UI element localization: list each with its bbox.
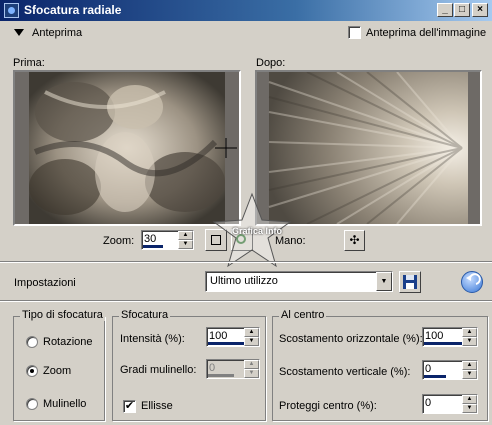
protect-down-arrow-icon[interactable]: ▼ <box>462 404 477 413</box>
protect-up-arrow-icon[interactable]: ▲ <box>462 395 477 404</box>
swirl-label: Gradi mulinello: <box>120 364 197 376</box>
swirl-value: 0 <box>209 362 216 374</box>
blur-type-legend: Tipo di sfocatura <box>20 309 105 321</box>
intensity-level-bar <box>208 342 244 345</box>
chevron-down-icon[interactable]: ▼ <box>376 272 392 291</box>
v-offset-spinner[interactable]: 0 ▲ ▼ <box>422 360 478 380</box>
v-offset-value: 0 <box>425 363 432 375</box>
v-offset-label: Scostamento verticale (%): <box>279 366 411 378</box>
h-offset-up-arrow-icon[interactable]: ▲ <box>462 328 477 337</box>
undo-arrow-icon <box>466 273 481 285</box>
zoom-arrows[interactable]: ▲ ▼ <box>178 231 193 249</box>
settings-label: Impostazioni <box>14 277 76 289</box>
protect-center-arrows[interactable]: ▲ ▼ <box>462 395 477 413</box>
ellipse-label: Ellisse <box>141 400 173 412</box>
radio-swirl-label[interactable]: Mulinello <box>43 398 86 410</box>
title-bar: Sfocatura radiale _ □ × <box>0 0 492 21</box>
protect-center-spinner[interactable]: 0 ▲ ▼ <box>422 394 478 414</box>
radio-swirl[interactable] <box>26 398 38 410</box>
ellipse-checkbox[interactable]: ✔ <box>123 400 136 413</box>
zoom-label: Zoom: <box>103 235 135 247</box>
protect-center-label: Proteggi centro (%): <box>279 400 377 412</box>
before-label: Prima: <box>13 57 45 69</box>
save-preset-button[interactable] <box>399 271 421 293</box>
triangle-down-icon[interactable] <box>14 28 24 36</box>
v-offset-arrows[interactable]: ▲ ▼ <box>462 361 477 379</box>
window-title: Sfocatura radiale <box>24 3 122 17</box>
zoom-value: 30 <box>144 233 157 245</box>
swirl-arrows: ▲ ▼ <box>244 360 259 378</box>
maximize-button[interactable]: □ <box>454 3 470 17</box>
swirl-up-arrow-icon: ▲ <box>244 360 259 369</box>
image-preview-label: Anteprima dell'immagine <box>366 27 487 39</box>
intensity-spinner[interactable]: 100 ▲ ▼ <box>206 327 260 347</box>
preview-toggle-label[interactable]: Anteprima <box>32 27 82 39</box>
blur-legend: Sfocatura <box>119 309 171 321</box>
watermark-text: Grafica Info <box>232 226 283 236</box>
close-button[interactable]: × <box>472 3 488 17</box>
floppy-disk-icon <box>403 275 417 289</box>
h-offset-label: Scostamento orizzontale (%): <box>279 333 423 345</box>
intensity-value: 100 <box>209 330 228 342</box>
watermark-logo: Grafica Info <box>212 190 292 270</box>
v-offset-up-arrow-icon[interactable]: ▲ <box>462 361 477 370</box>
move-cross-icon[interactable]: ✣ <box>344 230 365 251</box>
zoom-spinner[interactable]: 30 ▲ ▼ <box>141 230 194 250</box>
before-preview[interactable] <box>13 70 241 226</box>
zoom-up-arrow-icon[interactable]: ▲ <box>178 231 193 240</box>
swirl-down-arrow-icon: ▼ <box>244 369 259 378</box>
v-offset-down-arrow-icon[interactable]: ▼ <box>462 370 477 379</box>
intensity-arrows[interactable]: ▲ ▼ <box>244 328 259 346</box>
preset-dropdown[interactable]: Ultimo utilizzo ▼ <box>205 271 393 292</box>
separator-top <box>0 261 492 263</box>
reset-button[interactable] <box>461 271 483 293</box>
separator-bottom <box>0 300 492 302</box>
h-offset-arrows[interactable]: ▲ ▼ <box>462 328 477 346</box>
h-offset-level-bar <box>424 342 462 345</box>
zoom-down-arrow-icon[interactable]: ▼ <box>178 240 193 249</box>
image-preview-checkbox[interactable] <box>348 26 361 39</box>
app-icon <box>4 3 19 18</box>
center-legend: Al centro <box>279 309 327 321</box>
protect-center-value: 0 <box>425 397 432 409</box>
intensity-label: Intensità (%): <box>120 333 185 345</box>
h-offset-spinner[interactable]: 100 ▲ ▼ <box>422 327 478 347</box>
after-label: Dopo: <box>256 57 286 69</box>
preset-value: Ultimo utilizzo <box>210 275 278 287</box>
before-image <box>15 72 239 224</box>
radio-rotation-label[interactable]: Rotazione <box>43 336 93 348</box>
intensity-down-arrow-icon[interactable]: ▼ <box>244 337 259 346</box>
radio-rotation[interactable] <box>26 336 38 348</box>
swirl-level-bar <box>208 374 234 377</box>
radio-zoom[interactable] <box>26 365 38 377</box>
zoom-level-bar <box>143 245 163 248</box>
minimize-button[interactable]: _ <box>437 3 453 17</box>
v-offset-level-bar <box>424 375 446 378</box>
h-offset-value: 100 <box>425 330 444 342</box>
intensity-up-arrow-icon[interactable]: ▲ <box>244 328 259 337</box>
swirl-spinner: 0 ▲ ▼ <box>206 359 260 379</box>
radio-zoom-label[interactable]: Zoom <box>43 365 71 377</box>
h-offset-down-arrow-icon[interactable]: ▼ <box>462 337 477 346</box>
